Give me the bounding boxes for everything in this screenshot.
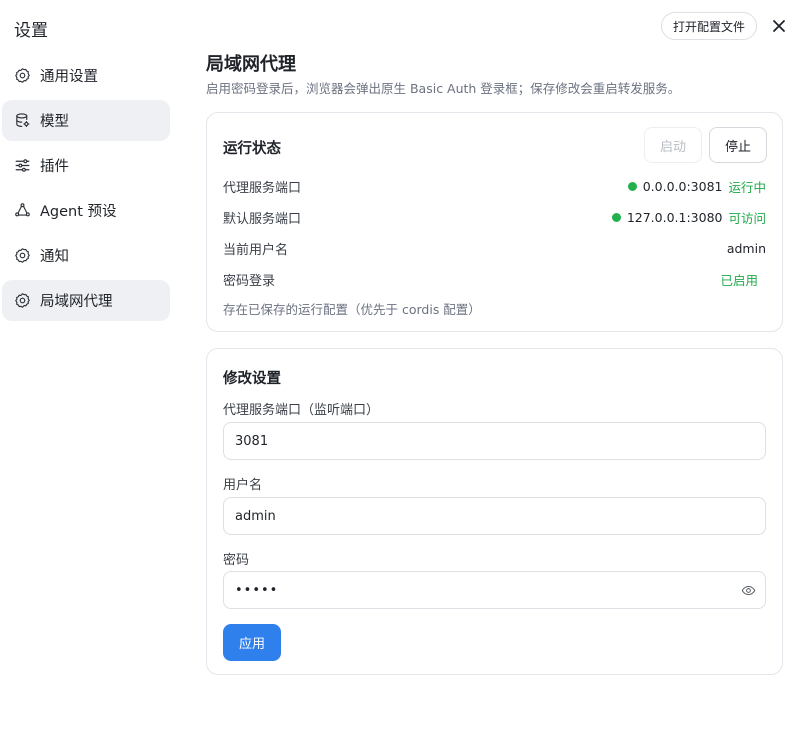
status-badge: 已启用 (720, 272, 758, 288)
sidebar: 设置 通用设置 模型 插件 Agent 预设 通知 局域网代理 (0, 0, 180, 737)
sidebar-item-general[interactable]: 通用设置 (2, 55, 170, 96)
sidebar-item-plugins[interactable]: 插件 (2, 145, 170, 186)
status-row-password-login: 密码登录 已启用 (223, 269, 766, 289)
sidebar-item-lan-proxy[interactable]: 局域网代理 (2, 280, 170, 321)
close-icon (773, 20, 785, 32)
proxy-address: 0.0.0.0:3081 (642, 178, 723, 194)
status-dot-icon (611, 212, 621, 222)
sidebar-item-label: 插件 (40, 159, 69, 175)
page-title: 局域网代理 (206, 54, 296, 75)
status-row-label: 密码登录 (223, 273, 276, 289)
settings-window: 设置 通用设置 模型 插件 Agent 预设 通知 局域网代理 打开配置文件 局… (0, 0, 800, 737)
status-dot-icon (627, 181, 637, 191)
gear-icon (13, 247, 31, 265)
sidebar-item-agent-presets[interactable]: Agent 预设 (2, 190, 170, 231)
password-field (223, 571, 766, 609)
start-button[interactable]: 启动 (644, 127, 702, 163)
default-address: 127.0.0.1:3080 (626, 209, 723, 225)
sidebar-nav: 通用设置 模型 插件 Agent 预设 通知 局域网代理 (2, 55, 170, 325)
sidebar-item-notifications[interactable]: 通知 (2, 235, 170, 276)
sidebar-item-label: Agent 预设 (40, 204, 117, 220)
stop-button[interactable]: 停止 (709, 127, 767, 163)
status-badge: 运行中 (728, 179, 766, 195)
port-field-label: 代理服务端口（监听端口） (223, 403, 380, 418)
gear-icon (13, 67, 31, 85)
username-field-label: 用户名 (223, 478, 263, 493)
password-field-label: 密码 (223, 553, 250, 568)
eye-icon (741, 585, 755, 595)
agent-icon (13, 202, 31, 220)
status-row-label: 默认服务端口 (223, 211, 302, 227)
status-badge: 可访问 (728, 210, 766, 226)
status-card: 运行状态 启动 停止 代理服务端口 0.0.0.0:3081 运行中 默认服务端… (206, 112, 783, 332)
status-row-value: 0.0.0.0:3081 运行中 (627, 177, 766, 196)
close-button[interactable] (768, 15, 790, 37)
app-title: 设置 (14, 21, 48, 41)
port-input[interactable] (223, 422, 766, 460)
status-row-default-port: 默认服务端口 127.0.0.1:3080 可访问 (223, 207, 766, 227)
config-note: 存在已保存的运行配置（优先于 cordis 配置） (223, 302, 481, 317)
gear-icon (13, 292, 31, 310)
settings-card: 修改设置 代理服务端口（监听端口） 用户名 密码 应用 (206, 348, 783, 675)
status-card-title: 运行状态 (223, 141, 281, 157)
sidebar-item-models[interactable]: 模型 (2, 100, 170, 141)
current-username: admin (726, 240, 766, 256)
username-input[interactable] (223, 497, 766, 535)
sidebar-item-label: 通知 (40, 249, 69, 265)
password-input[interactable] (223, 571, 766, 609)
toggle-password-visibility-button[interactable] (740, 582, 756, 598)
apply-button[interactable]: 应用 (223, 624, 281, 661)
status-row-username: 当前用户名 admin (223, 238, 766, 258)
sidebar-item-label: 通用设置 (40, 69, 98, 85)
page-description: 启用密码登录后，浏览器会弹出原生 Basic Auth 登录框；保存修改会重启转… (206, 81, 681, 96)
status-row-proxy-port: 代理服务端口 0.0.0.0:3081 运行中 (223, 176, 766, 196)
sidebar-item-label: 局域网代理 (40, 294, 113, 310)
status-row-label: 当前用户名 (223, 242, 289, 258)
sliders-icon (13, 157, 31, 175)
sidebar-item-label: 模型 (40, 114, 69, 130)
settings-card-title: 修改设置 (223, 371, 281, 387)
status-row-value: 127.0.0.1:3080 可访问 (611, 208, 766, 227)
open-config-button[interactable]: 打开配置文件 (661, 12, 757, 40)
database-icon (13, 112, 31, 130)
status-row-label: 代理服务端口 (223, 180, 302, 196)
